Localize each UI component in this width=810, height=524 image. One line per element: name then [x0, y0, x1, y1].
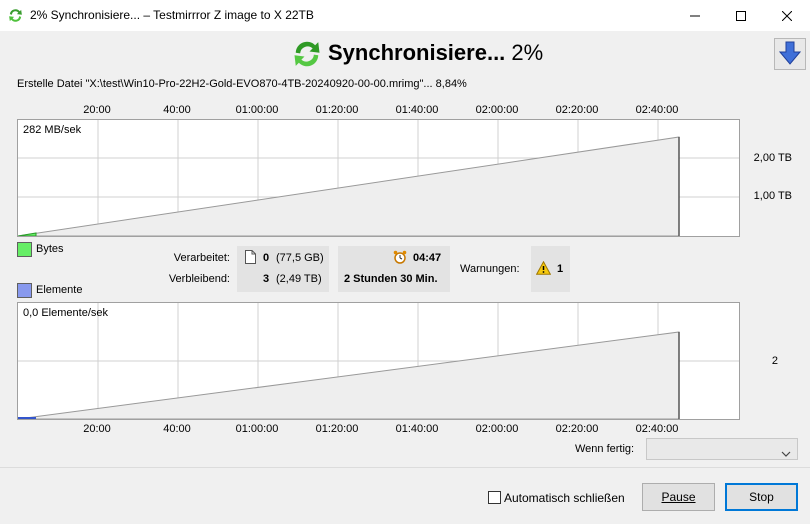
top-axis-tick-label: 01:40:00: [395, 104, 439, 116]
progress-heading: Synchronisiere... 2%: [328, 40, 543, 66]
processed-label: Verarbeitet:: [173, 252, 230, 264]
alarm-clock-icon: [393, 250, 407, 267]
counts-box: 0 (77,5 GB) 3 (2,49 TB): [237, 246, 329, 292]
chevron-down-icon: [781, 446, 791, 460]
top-axis-tick-label: 02:40:00: [635, 104, 679, 116]
processed-count: 0: [263, 252, 270, 264]
elapsed-time: 04:47: [413, 252, 442, 264]
progress-percent: 2%: [511, 40, 544, 65]
auto-close-checkbox[interactable]: [488, 491, 501, 504]
bottom-axis-tick-label: 01:40:00: [395, 423, 439, 435]
bottom-axis-tick-label: 01:20:00: [315, 423, 359, 435]
bytes-ylabel-2tb: 2,00 TB: [753, 152, 792, 164]
collapse-button[interactable]: [774, 38, 806, 70]
remaining-time: 2 Stunden 30 Min.: [344, 273, 438, 285]
current-file-status: Erstelle Datei "X:\test\Win10-Pro-22H2-G…: [17, 78, 467, 90]
auto-close-label[interactable]: Automatisch schließen: [504, 491, 625, 505]
time-box: 04:47 2 Stunden 30 Min.: [338, 246, 450, 292]
pause-label: Pause: [661, 490, 696, 504]
title-bar: 2% Synchronisiere... – Testmirrror Z ima…: [0, 0, 810, 31]
app-sync-icon: [7, 7, 24, 27]
elements-legend-label: Elemente: [36, 284, 83, 296]
stop-button[interactable]: Stop: [725, 483, 798, 511]
bottom-axis-tick-label: 02:20:00: [555, 423, 599, 435]
warnings-label: Warnungen:: [460, 263, 520, 275]
file-icon: [245, 250, 256, 267]
bytes-ylabel-1tb: 1,00 TB: [753, 190, 792, 202]
arrow-down-icon: [778, 41, 802, 68]
elements-chart: 0,0 Elemente/sek: [17, 302, 740, 420]
top-axis-tick-label: 02:20:00: [555, 104, 599, 116]
window-title: 2% Synchronisiere... – Testmirrror Z ima…: [30, 8, 314, 22]
bytes-legend-swatch: [17, 242, 32, 257]
stop-label: Stop: [749, 490, 774, 504]
warnings-box[interactable]: 1: [531, 246, 570, 292]
footer-divider: [0, 467, 810, 468]
bottom-axis-tick-label: 20:00: [83, 423, 111, 435]
processed-size: (77,5 GB): [276, 252, 324, 264]
pause-button[interactable]: Pause: [642, 483, 715, 511]
bottom-axis-tick-label: 02:40:00: [635, 423, 679, 435]
bottom-axis-tick-label: 01:00:00: [235, 423, 279, 435]
bytes-rate: 282 MB/sek: [23, 124, 82, 136]
bottom-axis-tick-label: 02:00:00: [475, 423, 519, 435]
elements-ylabel-2: 2: [771, 355, 778, 367]
top-axis-tick-label: 02:00:00: [475, 104, 519, 116]
top-axis-tick-label: 01:00:00: [235, 104, 279, 116]
heading-text: Synchronisiere...: [328, 40, 506, 65]
elements-rate: 0,0 Elemente/sek: [23, 307, 108, 319]
warning-icon: [535, 260, 552, 278]
top-axis-tick-label: 01:20:00: [315, 104, 359, 116]
remaining-count: 3: [263, 273, 270, 285]
when-done-label: Wenn fertig:: [575, 443, 635, 455]
bottom-axis-tick-label: 40:00: [163, 423, 191, 435]
warnings-count: 1: [557, 263, 564, 275]
top-axis-tick-label: 40:00: [163, 104, 191, 116]
remaining-label: Verbleibend:: [168, 273, 230, 285]
elements-legend-swatch: [17, 283, 32, 298]
when-done-select[interactable]: [646, 438, 798, 460]
close-button[interactable]: [764, 0, 810, 31]
bytes-chart: 282 MB/sek: [17, 119, 740, 237]
sync-icon: [292, 39, 322, 72]
minimize-button[interactable]: [672, 0, 718, 31]
remaining-size: (2,49 TB): [276, 273, 322, 285]
bytes-legend-label: Bytes: [36, 243, 64, 255]
top-axis-tick-label: 20:00: [83, 104, 111, 116]
maximize-button[interactable]: [718, 0, 764, 31]
